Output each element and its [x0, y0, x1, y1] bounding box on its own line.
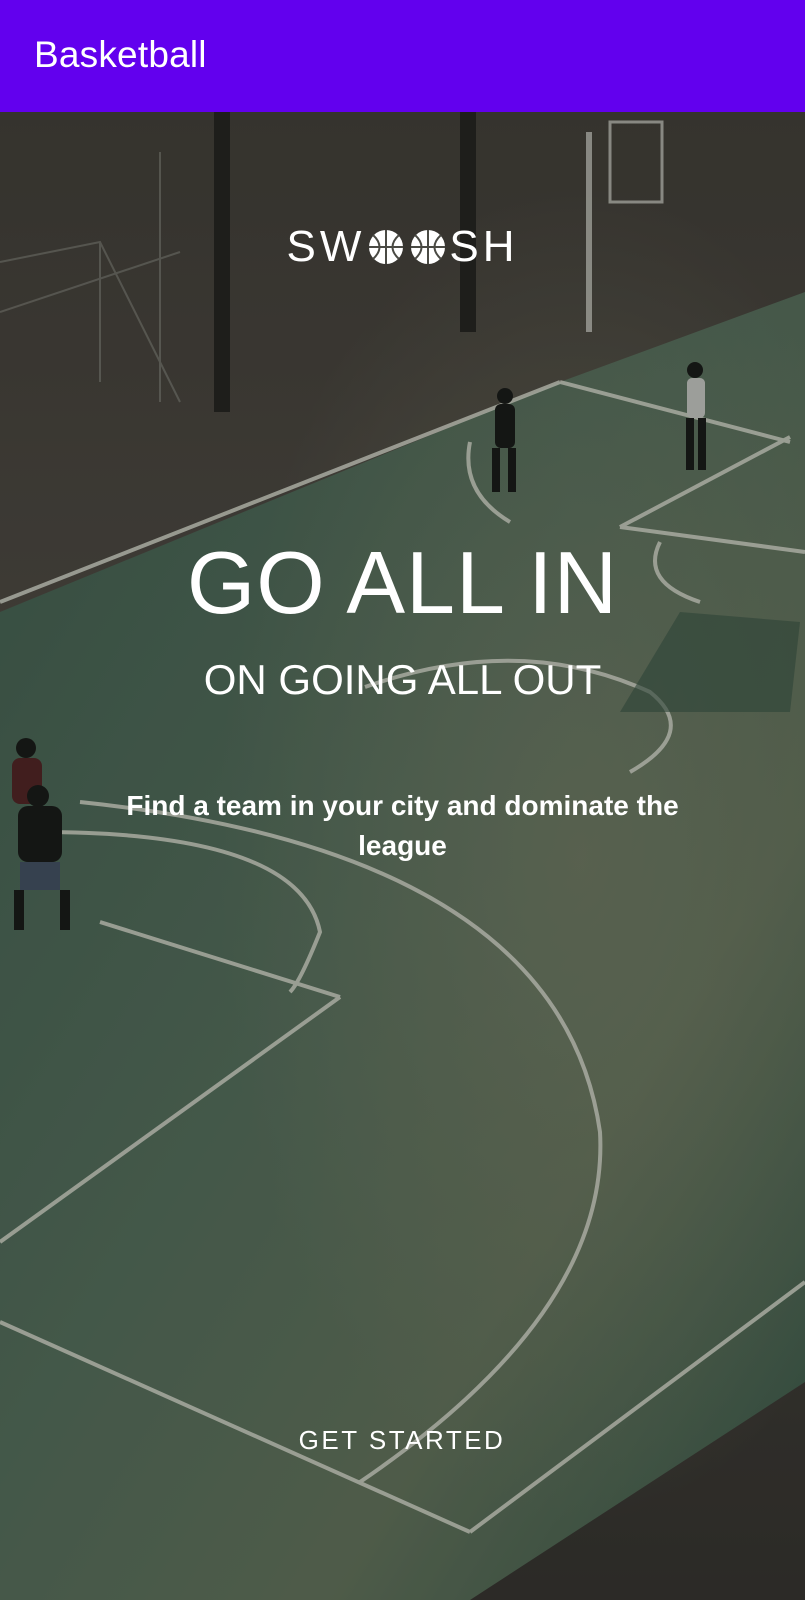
- hero-subheadline: ON GOING ALL OUT: [203, 656, 602, 703]
- app-bar: Basketball: [0, 0, 805, 112]
- logo-text-suffix: SH: [449, 222, 519, 271]
- get-started-button[interactable]: GET STARTED: [252, 1408, 552, 1472]
- basketball-icon: [367, 228, 405, 266]
- hero-description: Find a team in your city and dominate th…: [126, 790, 679, 861]
- welcome-screen: Basketball SW SH GO ALL IN ON GOING ALL …: [0, 0, 805, 1600]
- logo-text-prefix: SW: [286, 222, 366, 271]
- app-title: Basketball: [34, 34, 207, 75]
- basketball-icon: [409, 228, 447, 266]
- swoosh-logo: SW SH: [0, 222, 805, 272]
- hero-headline: GO ALL IN: [186, 533, 619, 632]
